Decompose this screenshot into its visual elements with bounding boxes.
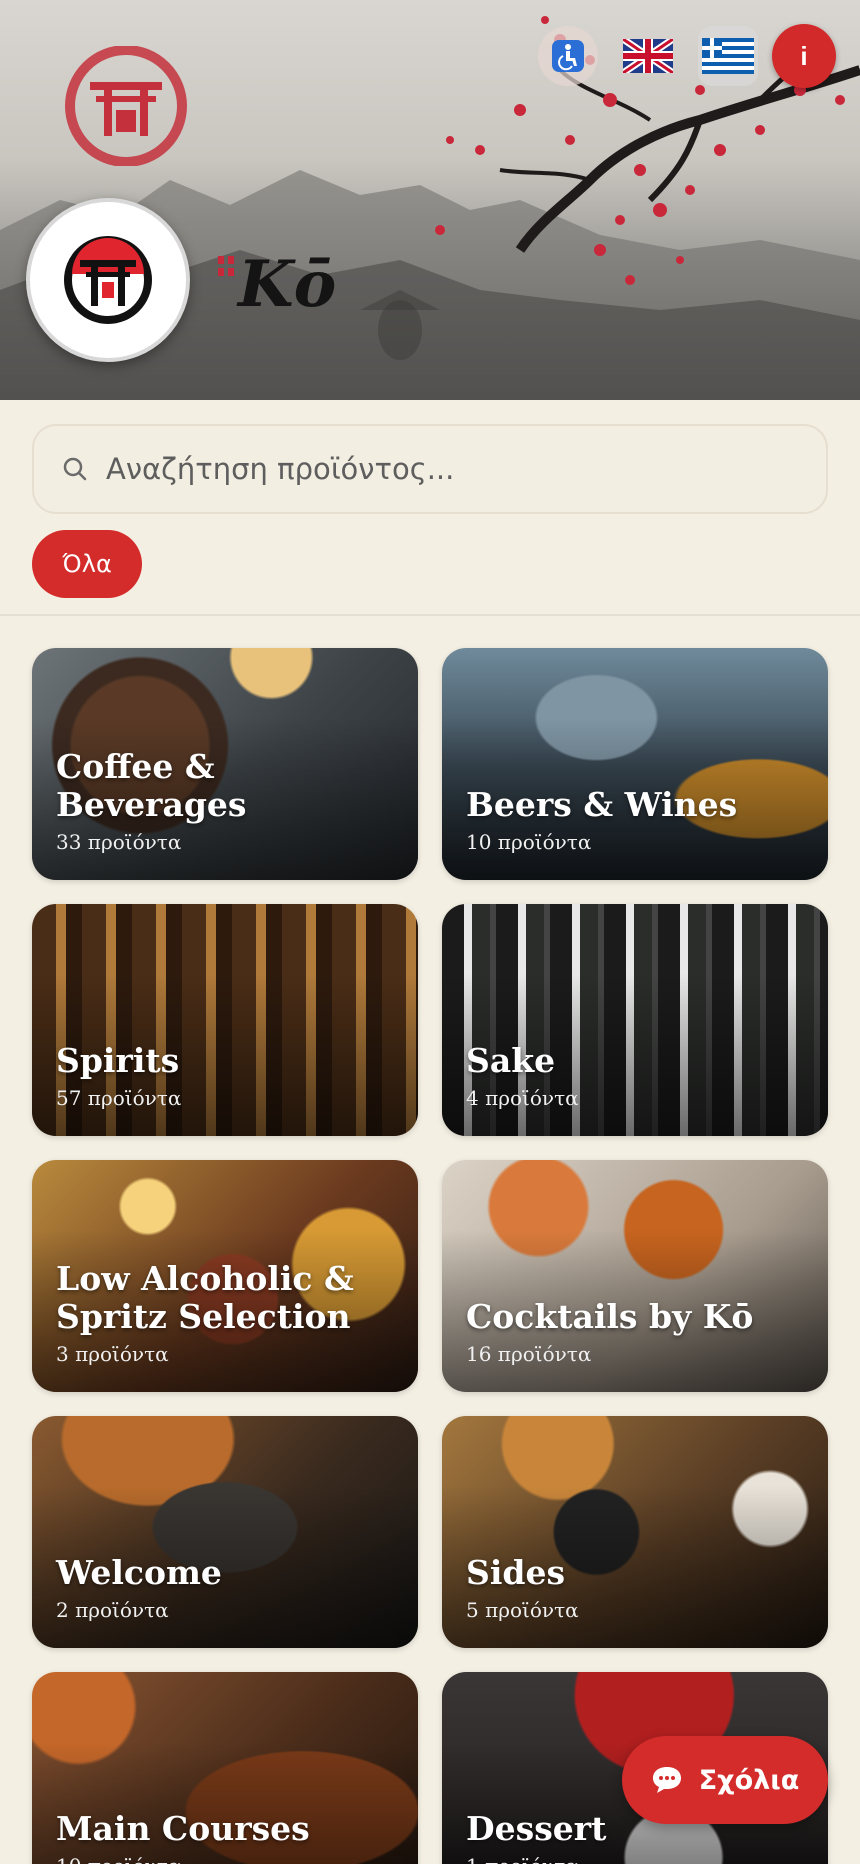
category-name: Spirits [56, 1041, 180, 1080]
category-card-spirits[interactable]: Spirits 57 προϊόντα [32, 904, 418, 1136]
filter-chip-all[interactable]: Όλα [32, 530, 142, 598]
info-icon: i [800, 40, 808, 71]
category-count: 33 προϊόντα [56, 830, 182, 854]
accessibility-icon [552, 40, 584, 72]
category-name: Welcome [56, 1553, 222, 1592]
category-count: 2 προϊόντα [56, 1598, 169, 1622]
section-divider [0, 614, 860, 616]
feedback-label: Σχόλια [698, 1764, 800, 1796]
language-greek-button[interactable] [698, 26, 758, 86]
category-name: Beers & Wines [466, 785, 738, 824]
torii-emblem-logo [56, 45, 196, 171]
category-count: 5 προϊόντα [466, 1598, 579, 1622]
accessibility-button[interactable] [538, 26, 598, 86]
hero-banner: i Kō [0, 0, 860, 400]
category-name: Sake [466, 1041, 556, 1080]
category-name: Sides [466, 1553, 566, 1592]
category-count: 57 προϊόντα [56, 1086, 182, 1110]
category-card-sides[interactable]: Sides 5 προϊόντα [442, 1416, 828, 1648]
uk-flag-icon [623, 39, 673, 73]
category-count: 1 προϊόντα [466, 1854, 808, 1864]
category-card-coffee-beverages[interactable]: Coffee & Beverages 33 προϊόντα [32, 648, 418, 880]
category-name: Main Courses [56, 1809, 310, 1848]
category-card-sake[interactable]: Sake 4 προϊόντα [442, 904, 828, 1136]
category-card-beers-wines[interactable]: Beers & Wines 10 προϊόντα [442, 648, 828, 880]
search-bar[interactable] [32, 424, 828, 514]
feedback-button[interactable]: Σχόλια [622, 1736, 828, 1824]
category-count: 3 προϊόντα [56, 1342, 169, 1366]
category-name: Coffee & Beverages [56, 747, 247, 824]
restaurant-avatar [26, 198, 190, 362]
category-name: Cocktails by Kō [466, 1297, 754, 1336]
category-card-cocktails[interactable]: Cocktails by Kō 16 προϊόντα [442, 1160, 828, 1392]
category-card-main-courses[interactable]: Main Courses 10 προϊόντα [32, 1672, 418, 1864]
torii-logo-icon [64, 236, 152, 324]
brand-name: Kō [236, 247, 336, 320]
category-count: 4 προϊόντα [466, 1086, 579, 1110]
info-button[interactable]: i [772, 24, 836, 88]
language-english-button[interactable] [618, 26, 678, 86]
chat-bubble-icon [652, 1767, 681, 1793]
search-input[interactable] [106, 452, 786, 486]
category-name: Low Alcoholic & Spritz Selection [56, 1259, 354, 1336]
category-count: 10 προϊόντα [466, 830, 592, 854]
category-card-welcome[interactable]: Welcome 2 προϊόντα [32, 1416, 418, 1648]
greek-flag-icon [702, 38, 754, 74]
category-grid: Coffee & Beverages 33 προϊόντα Beers & W… [32, 648, 828, 1864]
search-icon [63, 457, 87, 481]
category-count: 10 προϊόντα [56, 1854, 398, 1864]
category-card-low-alcoholic-spritz[interactable]: Low Alcoholic & Spritz Selection 3 προϊό… [32, 1160, 418, 1392]
brand-logo: Kō [214, 240, 354, 325]
category-count: 16 προϊόντα [466, 1342, 592, 1366]
